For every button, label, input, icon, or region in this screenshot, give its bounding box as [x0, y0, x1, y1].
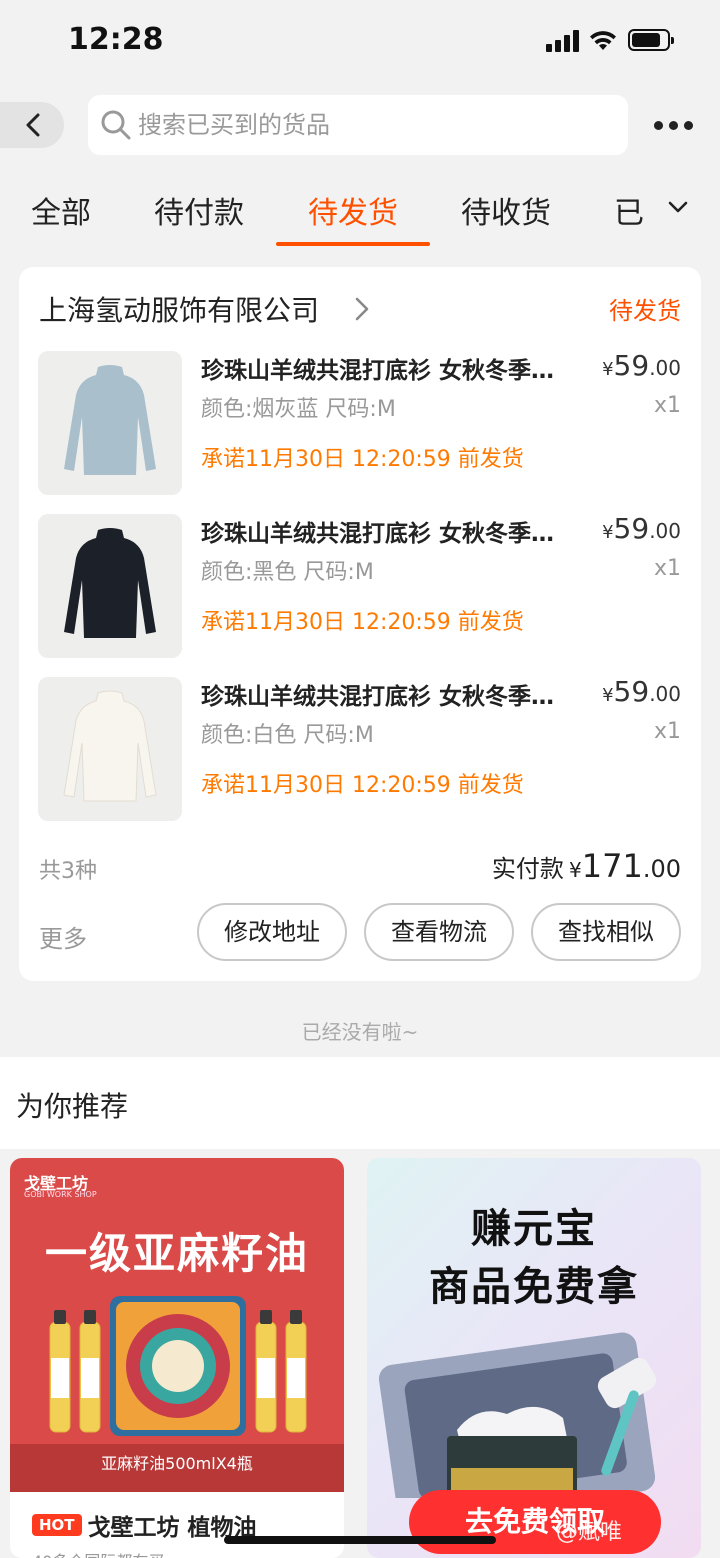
product-spec: 颜色:烟灰蓝 尺码:M	[201, 397, 396, 422]
end-of-list-note: 已经没有啦~	[301, 1020, 419, 1044]
sweater-image	[64, 528, 156, 638]
recommend-card-promo[interactable]: 赚元宝 商品免费拿 去免费领取	[367, 1158, 701, 1558]
search-bar[interactable]	[88, 95, 628, 155]
banner-headline: 一级亚麻籽油	[44, 1229, 309, 1278]
product-price: ¥59.00	[602, 512, 681, 545]
active-tab-indicator	[276, 242, 430, 246]
banner-caption: 亚麻籽油500mlX4瓶	[101, 1454, 253, 1473]
cellular-signal-icon	[546, 30, 580, 52]
sweater-image	[63, 690, 157, 802]
product-title[interactable]: 珍珠山羊绒共混打底衫 女秋冬季半高领修身	[201, 514, 561, 548]
product-quantity: x1	[653, 393, 681, 418]
product-image[interactable]	[38, 677, 182, 821]
product-price: ¥59.00	[602, 349, 681, 382]
product-spec: 颜色:黑色 尺码:M	[201, 560, 374, 585]
item-count: 共3种	[39, 859, 97, 884]
promo-headline: 赚元宝	[471, 1206, 597, 1252]
product-spec: 颜色:白色 尺码:M	[201, 723, 374, 748]
product-image[interactable]	[38, 351, 182, 495]
more-options-button[interactable]	[650, 108, 698, 142]
shipping-promise: 承诺11月30日 12:20:59 前发货	[201, 610, 524, 635]
chevron-left-icon	[26, 113, 40, 137]
status-time: 12:28	[68, 22, 164, 57]
hot-badge: HOT	[32, 1514, 82, 1536]
product-title[interactable]: 珍珠山羊绒共混打底衫 女秋冬季半高领修身	[201, 351, 561, 385]
product-subtitle: 40多个国际都在买	[32, 1548, 164, 1558]
product-name-row[interactable]: HOT 戈壁工坊 植物油	[32, 1508, 257, 1542]
tab-pending-shipment[interactable]: 待发货	[308, 188, 398, 232]
product-quantity: x1	[653, 556, 681, 581]
recommend-title: 为你推荐	[16, 1090, 129, 1123]
get-free-button[interactable]: 去免费领取	[409, 1490, 661, 1554]
home-indicator[interactable]	[224, 1536, 496, 1544]
watermark-text: @赋唯	[556, 1520, 623, 1545]
sweater-image	[64, 365, 156, 475]
search-input[interactable]	[138, 103, 608, 147]
tab-completed[interactable]: 已	[614, 188, 656, 232]
product-price: ¥59.00	[602, 675, 681, 708]
chevron-right-icon	[355, 297, 369, 321]
order-card[interactable]: 上海氢动服饰有限公司 待发货 珍珠山羊绒共混打底衫 女秋冬季半高领修身 颜色:烟…	[19, 267, 701, 981]
chevron-down-icon[interactable]	[668, 200, 688, 214]
status-bar: 12:28	[0, 0, 720, 80]
more-actions-link[interactable]: 更多	[39, 919, 87, 954]
tissue-box-and-lint-roller-image	[378, 1332, 657, 1498]
shop-name[interactable]: 上海氢动服饰有限公司	[39, 289, 319, 329]
find-similar-button[interactable]: 查找相似	[531, 903, 681, 961]
recommend-card-oil[interactable]: 戈壁工坊 GOBI WORK SHOP 一级亚麻籽油 亚麻籽油500mlX4瓶 …	[10, 1158, 344, 1558]
order-tabs: 全部 待付款 待发货 待收货 已	[0, 178, 720, 250]
view-logistics-button[interactable]: 查看物流	[364, 903, 514, 961]
search-icon	[101, 110, 131, 140]
wifi-icon	[590, 31, 616, 50]
order-item[interactable]: 珍珠山羊绒共混打底衫 女秋冬季半高领修身 颜色:烟灰蓝 尺码:M 承诺11月30…	[19, 349, 701, 499]
back-button[interactable]	[0, 102, 64, 148]
promo-subheadline: 商品免费拿	[429, 1264, 639, 1310]
order-status: 待发货	[609, 297, 681, 325]
product-title[interactable]: 珍珠山羊绒共混打底衫 女秋冬季半高领修身	[201, 677, 561, 711]
battery-icon	[628, 29, 674, 51]
tab-all[interactable]: 全部	[31, 188, 91, 232]
order-item[interactable]: 珍珠山羊绒共混打底衫 女秋冬季半高领修身 颜色:白色 尺码:M 承诺11月30日…	[19, 675, 701, 825]
product-quantity: x1	[653, 719, 681, 744]
product-image[interactable]	[38, 514, 182, 658]
order-item[interactable]: 珍珠山羊绒共混打底衫 女秋冬季半高领修身 颜色:黑色 尺码:M 承诺11月30日…	[19, 512, 701, 662]
tab-pending-payment[interactable]: 待付款	[154, 188, 244, 232]
shipping-promise: 承诺11月30日 12:20:59 前发货	[201, 773, 524, 798]
product-banner[interactable]: 戈壁工坊 GOBI WORK SHOP 一级亚麻籽油 亚麻籽油500mlX4瓶	[10, 1158, 344, 1492]
oil-bottles-gift-box-image	[49, 1296, 307, 1436]
tab-pending-receipt[interactable]: 待收货	[461, 188, 551, 232]
brand-logo-subtext: GOBI WORK SHOP	[24, 1190, 97, 1199]
order-total: 实付款 ¥171.00	[491, 847, 681, 885]
change-address-button[interactable]: 修改地址	[197, 903, 347, 961]
shipping-promise: 承诺11月30日 12:20:59 前发货	[201, 447, 524, 472]
